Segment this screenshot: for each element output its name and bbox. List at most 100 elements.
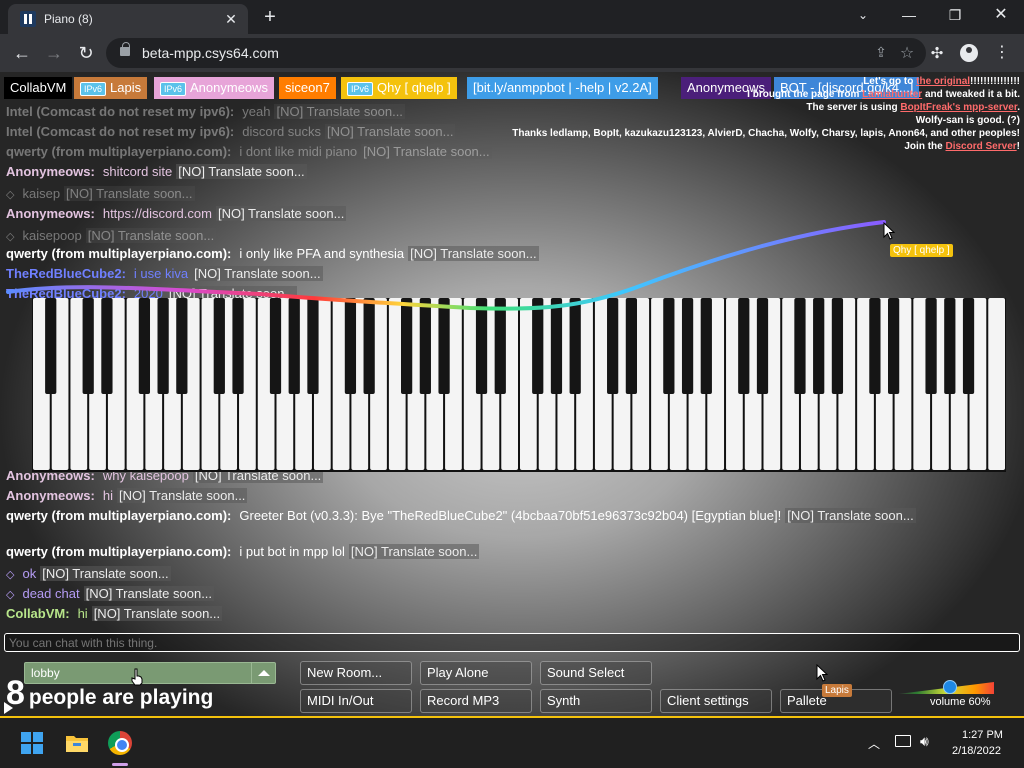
black-key[interactable] xyxy=(157,298,169,394)
black-key[interactable] xyxy=(288,298,300,394)
black-key[interactable] xyxy=(663,298,675,394)
speaker-volume-icon[interactable]: 🔊︎ xyxy=(920,733,929,750)
extensions-puzzle-icon[interactable]: ✣ xyxy=(928,44,946,62)
ipv6-badge: IPv6 xyxy=(160,81,187,96)
black-key[interactable] xyxy=(794,298,806,394)
file-explorer-folder-icon[interactable] xyxy=(65,733,89,753)
tab-close-icon[interactable]: ✕ xyxy=(220,8,242,30)
chat-text: yeah xyxy=(242,104,271,119)
bookmark-star-icon[interactable]: ☆ xyxy=(898,43,916,62)
clock-time[interactable]: 1:27 PM xyxy=(962,729,1003,741)
white-key[interactable] xyxy=(988,298,1005,470)
volume-slider[interactable] xyxy=(898,680,994,694)
user-tag[interactable]: IPv6 Anonymeows xyxy=(154,77,275,99)
play-alone-button[interactable]: Play Alone xyxy=(420,661,532,685)
forward-arrow-icon[interactable]: → xyxy=(40,39,68,67)
black-key[interactable] xyxy=(738,298,750,394)
user-tag[interactable]: IPv6 Qhy [ qhelp ] xyxy=(341,77,457,99)
black-key[interactable] xyxy=(681,298,694,394)
black-key[interactable] xyxy=(232,298,244,394)
black-key[interactable] xyxy=(888,298,900,394)
black-key[interactable] xyxy=(831,298,844,394)
black-key[interactable] xyxy=(401,298,413,394)
midi-in-out-button[interactable]: MIDI In/Out xyxy=(300,689,412,713)
reload-icon[interactable]: ↻ xyxy=(72,39,100,67)
back-arrow-icon[interactable]: ← xyxy=(8,39,36,67)
room-chevron-up-icon[interactable] xyxy=(251,663,275,683)
chat-message: TheRedBlueCube2: i use kiva [NO] Translate… xyxy=(6,266,323,281)
windows-start-icon[interactable] xyxy=(21,732,43,754)
chat-author[interactable]: Intel (Comcast do not reset my ipv6): xyxy=(6,104,234,119)
record-mp3-button[interactable]: Record MP3 xyxy=(420,689,532,713)
browser-tab[interactable]: Piano (8) ✕ xyxy=(8,4,248,34)
tab-search-chevron-icon[interactable]: ⌄ xyxy=(840,0,886,30)
user-tag[interactable]: CollabVM xyxy=(4,77,73,99)
profile-avatar-icon[interactable] xyxy=(960,44,978,62)
black-key[interactable] xyxy=(213,298,225,394)
client-settings-button[interactable]: Client settings xyxy=(660,689,772,713)
chat-input[interactable] xyxy=(4,633,1020,652)
black-key[interactable] xyxy=(419,298,431,394)
chat-author[interactable]: Intel (Comcast do not reset my ipv6): xyxy=(6,124,234,139)
browser-menu-kebab-icon[interactable]: ⋮ xyxy=(994,44,1010,62)
chrome-taskbar-icon[interactable] xyxy=(108,731,132,755)
black-key[interactable] xyxy=(101,298,113,394)
chat-author[interactable]: qwerty (from multiplayerpiano.com): xyxy=(6,246,231,261)
piano-keyboard[interactable] xyxy=(32,298,1006,472)
black-key[interactable] xyxy=(944,298,956,394)
clock-date[interactable]: 2/18/2022 xyxy=(952,745,1001,757)
black-key[interactable] xyxy=(700,298,712,394)
author-link[interactable]: Lamiahunter xyxy=(862,89,922,100)
user-tag[interactable]: siceon7 xyxy=(279,77,336,99)
chat-message: CollabVM: hi [NO] Translate soon... xyxy=(6,606,223,621)
black-key[interactable] xyxy=(569,298,581,394)
black-key[interactable] xyxy=(138,298,151,394)
black-key[interactable] xyxy=(438,298,450,394)
chat-author[interactable]: Anonymeows: xyxy=(6,488,95,503)
original-link[interactable]: the original xyxy=(916,76,970,87)
chat-author[interactable]: qwerty (from multiplayerpiano.com): xyxy=(6,508,231,523)
window-minimize-icon[interactable]: — xyxy=(886,0,932,30)
chat-author[interactable]: qwerty (from multiplayerpiano.com): xyxy=(6,144,231,159)
black-key[interactable] xyxy=(756,298,769,394)
black-key[interactable] xyxy=(925,298,937,394)
black-key[interactable] xyxy=(962,298,975,394)
address-bar[interactable]: beta-mpp.csys64.com ⇪ ☆ xyxy=(106,38,926,68)
black-key[interactable] xyxy=(494,298,506,394)
black-key[interactable] xyxy=(176,298,188,394)
black-key[interactable] xyxy=(269,298,282,394)
black-key[interactable] xyxy=(813,298,825,394)
new-tab-plus-icon[interactable]: + xyxy=(258,5,282,29)
window-close-icon[interactable]: ✕ xyxy=(978,0,1024,30)
chat-author[interactable]: TheRedBlueCube2: xyxy=(6,266,126,281)
url-text[interactable]: beta-mpp.csys64.com xyxy=(142,45,279,61)
synth-button[interactable]: Synth xyxy=(540,689,652,713)
window-restore-icon[interactable]: ❐ xyxy=(932,0,978,30)
black-key[interactable] xyxy=(344,298,357,394)
black-key[interactable] xyxy=(869,298,881,394)
lock-icon[interactable] xyxy=(120,42,130,56)
black-key[interactable] xyxy=(625,298,638,394)
chat-text: i only like PFA and synthesia xyxy=(239,246,405,261)
remote-cursor-label: Qhy [ qhelp ] xyxy=(890,244,953,257)
black-key[interactable] xyxy=(607,298,619,394)
new-room-button[interactable]: New Room... xyxy=(300,661,412,685)
black-key[interactable] xyxy=(550,298,563,394)
share-icon[interactable]: ⇪ xyxy=(872,44,890,62)
chat-author[interactable]: CollabVM: xyxy=(6,606,70,621)
black-key[interactable] xyxy=(475,298,488,394)
sound-select-button[interactable]: Sound Select xyxy=(540,661,652,685)
chat-author[interactable]: Anonymeows: xyxy=(6,206,95,221)
black-key[interactable] xyxy=(82,298,94,394)
user-name: CollabVM xyxy=(10,80,67,95)
piano-keys-svg[interactable] xyxy=(32,298,1006,472)
user-tag[interactable]: IPv6 Lapis xyxy=(74,77,148,99)
black-key[interactable] xyxy=(45,298,57,394)
black-key[interactable] xyxy=(532,298,544,394)
chat-author[interactable]: Anonymeows: xyxy=(6,164,95,179)
chat-author[interactable]: qwerty (from multiplayerpiano.com): xyxy=(6,544,231,559)
network-icon[interactable] xyxy=(895,735,911,747)
tray-chevron-up-icon[interactable]: ︿ xyxy=(868,735,880,752)
black-key[interactable] xyxy=(307,298,319,394)
black-key[interactable] xyxy=(363,298,375,394)
